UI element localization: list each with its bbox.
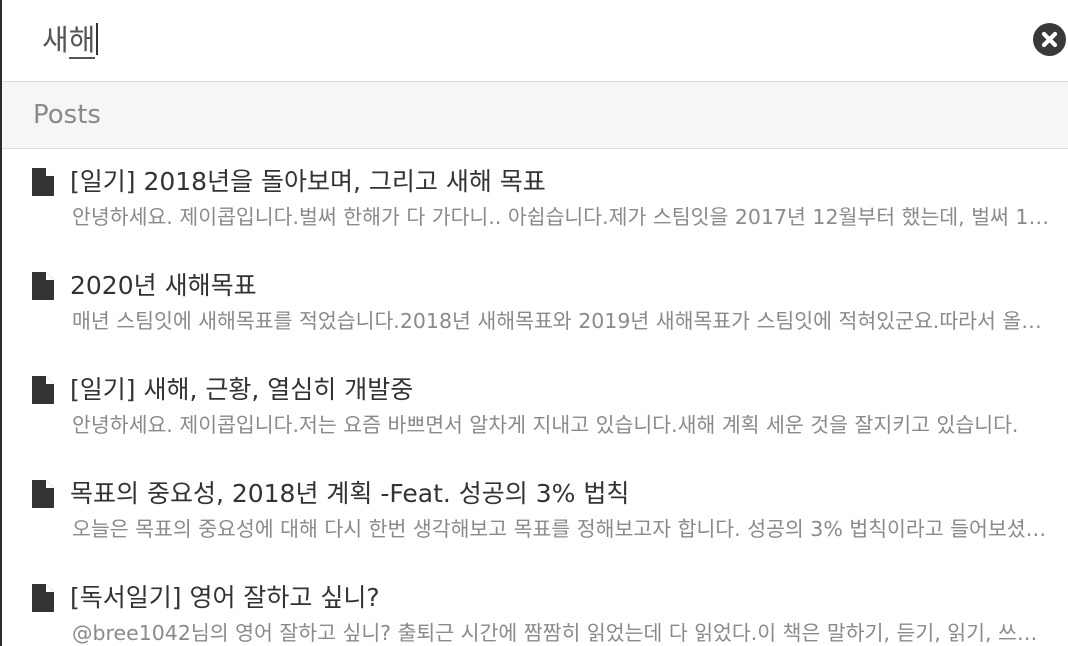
result-excerpt: @bree1042님의 영어 잘하고 싶니? 출퇴근 시간에 짬짬히 읽었는데 … bbox=[72, 621, 1054, 645]
result-excerpt: 오늘은 목표의 중요성에 대해 다시 한번 생각해보고 목표를 정해보고자 합니… bbox=[72, 517, 1054, 541]
result-title: 2020년 새해목표 bbox=[70, 271, 257, 300]
search-query-composing: 해 bbox=[68, 23, 96, 59]
document-icon bbox=[32, 584, 54, 612]
result-item[interactable]: [독서일기] 영어 잘하고 싶니? @bree1042님의 영어 잘하고 싶니?… bbox=[2, 565, 1068, 646]
result-title: [일기] 새해, 근황, 열심히 개발중 bbox=[70, 375, 414, 404]
search-input[interactable]: 새해 bbox=[42, 19, 98, 63]
search-query-committed: 새 bbox=[42, 23, 69, 57]
search-overlay: 새해 Posts [일기] 2018년을 돌아보며, 그리고 새해 목표 안녕하… bbox=[0, 0, 1068, 646]
document-icon bbox=[32, 168, 54, 196]
result-excerpt: 안녕하세요. 제이콥입니다.저는 요즘 바쁘면서 알차게 지내고 있습니다.새해… bbox=[72, 413, 1019, 437]
result-item[interactable]: [일기] 새해, 근황, 열심히 개발중 안녕하세요. 제이콥입니다.저는 요즘… bbox=[2, 357, 1068, 461]
result-excerpt: 매년 스팀잇에 새해목표를 적었습니다.2018년 새해목표와 2019년 새해… bbox=[72, 309, 1054, 333]
document-icon bbox=[32, 376, 54, 404]
results-list: [일기] 2018년을 돌아보며, 그리고 새해 목표 안녕하세요. 제이콥입니… bbox=[2, 149, 1068, 646]
result-item[interactable]: 2020년 새해목표 매년 스팀잇에 새해목표를 적었습니다.2018년 새해목… bbox=[2, 253, 1068, 357]
close-icon bbox=[1041, 31, 1058, 48]
text-caret bbox=[96, 23, 98, 55]
document-icon bbox=[32, 272, 54, 300]
result-item[interactable]: [일기] 2018년을 돌아보며, 그리고 새해 목표 안녕하세요. 제이콥입니… bbox=[2, 149, 1068, 253]
section-header-posts: Posts bbox=[2, 82, 1068, 149]
result-item[interactable]: 목표의 중요성, 2018년 계획 -Feat. 성공의 3% 법칙 오늘은 목… bbox=[2, 461, 1068, 565]
result-title: 목표의 중요성, 2018년 계획 -Feat. 성공의 3% 법칙 bbox=[70, 479, 630, 508]
result-excerpt: 안녕하세요. 제이콥입니다.벌써 한해가 다 가다니.. 아쉽습니다.제가 스팀… bbox=[72, 205, 1054, 229]
result-title: [독서일기] 영어 잘하고 싶니? bbox=[70, 583, 380, 612]
clear-search-button[interactable] bbox=[1033, 23, 1066, 56]
search-bar: 새해 bbox=[2, 0, 1068, 82]
document-icon bbox=[32, 480, 54, 508]
result-title: [일기] 2018년을 돌아보며, 그리고 새해 목표 bbox=[70, 167, 546, 196]
